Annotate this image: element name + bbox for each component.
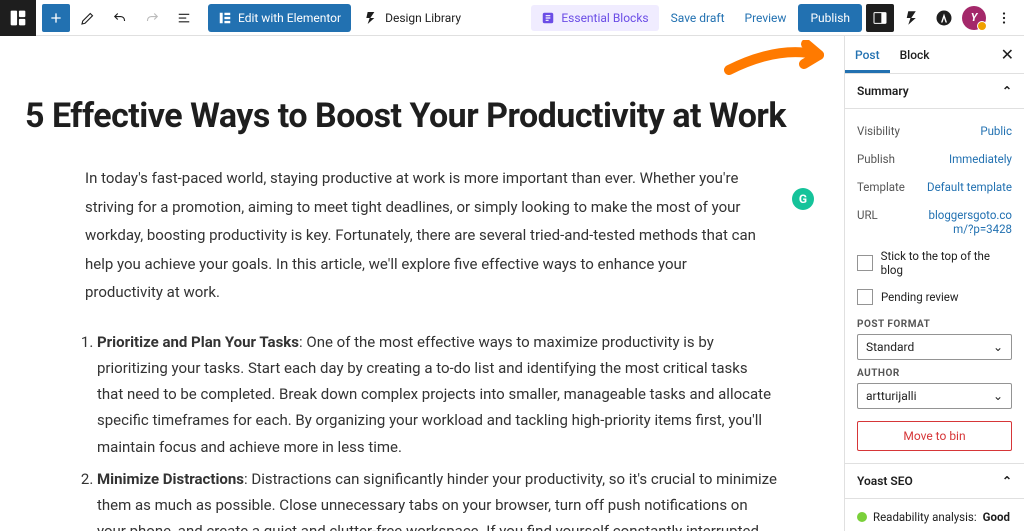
pencil-icon bbox=[79, 9, 97, 27]
design-library-button[interactable]: Design Library bbox=[355, 4, 469, 32]
essential-blocks-icon bbox=[541, 11, 555, 25]
template-value[interactable]: Default template bbox=[927, 180, 1012, 194]
save-draft-button[interactable]: Save draft bbox=[663, 11, 733, 25]
editor-canvas[interactable]: 5 Effective Ways to Boost Your Productiv… bbox=[0, 36, 844, 531]
plus-icon bbox=[48, 10, 64, 26]
scrollbar-thumb[interactable] bbox=[844, 36, 845, 236]
publish-value[interactable]: Immediately bbox=[949, 152, 1012, 166]
url-label: URL bbox=[857, 208, 878, 236]
wp-logo[interactable] bbox=[0, 0, 36, 36]
summary-panel: Visibility Public Publish Immediately Temp… bbox=[845, 109, 1024, 464]
astra-icon bbox=[935, 9, 953, 27]
author-label: AUTHOR bbox=[857, 368, 1012, 379]
tab-post[interactable]: Post bbox=[845, 36, 890, 73]
summary-panel-toggle[interactable]: Summary ⌃ bbox=[845, 74, 1024, 109]
settings-sidebar: Post Block ✕ Summary ⌃ Visibility Public … bbox=[844, 36, 1024, 531]
checkbox-icon bbox=[857, 255, 873, 271]
edit-with-elementor-button[interactable]: Edit with Elementor bbox=[208, 4, 351, 32]
edit-mode-button[interactable] bbox=[74, 4, 102, 32]
post-title[interactable]: 5 Effective Ways to Boost Your Productiv… bbox=[25, 96, 804, 136]
yoast-button[interactable]: Y bbox=[962, 6, 986, 30]
elementor-label: Edit with Elementor bbox=[238, 11, 341, 25]
author-select[interactable]: artturijalli⌄ bbox=[857, 383, 1012, 409]
chevron-down-icon: ⌄ bbox=[993, 389, 1003, 403]
pending-review-checkbox[interactable]: Pending review bbox=[857, 283, 1012, 311]
visibility-value[interactable]: Public bbox=[980, 124, 1012, 138]
sidebar-tabs: Post Block ✕ bbox=[845, 36, 1024, 74]
yoast-panel: Readability analysis: Good SEO analysis:… bbox=[845, 499, 1024, 531]
top-toolbar: Edit with Elementor Design Library Essen… bbox=[0, 0, 1024, 36]
chevron-up-icon: ⌃ bbox=[1002, 474, 1012, 488]
undo-icon bbox=[111, 9, 129, 27]
move-to-bin-button[interactable]: Move to bin bbox=[857, 421, 1012, 451]
post-format-label: POST FORMAT bbox=[857, 319, 1012, 330]
publish-label: Publish bbox=[857, 152, 895, 166]
publish-button[interactable]: Publish bbox=[798, 4, 862, 32]
undo-button[interactable] bbox=[106, 4, 134, 32]
astra-button[interactable] bbox=[930, 4, 958, 32]
list-item: Minimize Distractions: Distractions can … bbox=[97, 466, 777, 531]
spectra-toggle-button[interactable] bbox=[898, 4, 926, 32]
post-format-select[interactable]: Standard⌄ bbox=[857, 334, 1012, 360]
post-intro[interactable]: In today's fast-paced world, staying pro… bbox=[85, 164, 765, 307]
settings-toggle-button[interactable] bbox=[866, 4, 894, 32]
post-list[interactable]: Prioritize and Plan Your Tasks: One of t… bbox=[97, 329, 777, 531]
spectra-small-icon bbox=[903, 9, 921, 27]
document-overview-button[interactable] bbox=[170, 4, 198, 32]
url-value[interactable]: bloggersgoto.com/?p=3428 bbox=[917, 208, 1012, 236]
yoast-panel-toggle[interactable]: Yoast SEO ⌃ bbox=[845, 464, 1024, 499]
tab-block[interactable]: Block bbox=[890, 36, 940, 73]
list-icon bbox=[175, 9, 193, 27]
preview-button[interactable]: Preview bbox=[737, 11, 795, 25]
stick-top-checkbox[interactable]: Stick to the top of the blog bbox=[857, 243, 1012, 283]
redo-button[interactable] bbox=[138, 4, 166, 32]
chevron-up-icon: ⌃ bbox=[1002, 84, 1012, 98]
essential-blocks-label: Essential Blocks bbox=[561, 11, 648, 25]
readability-row[interactable]: Readability analysis: Good bbox=[857, 507, 1012, 527]
add-block-button[interactable] bbox=[42, 4, 70, 32]
redo-icon bbox=[143, 9, 161, 27]
checkbox-icon bbox=[857, 289, 873, 305]
options-button[interactable] bbox=[990, 4, 1018, 32]
list-item: Prioritize and Plan Your Tasks: One of t… bbox=[97, 329, 777, 460]
spectra-icon bbox=[363, 10, 379, 26]
elementor-icon bbox=[218, 11, 232, 25]
template-label: Template bbox=[857, 180, 905, 194]
wordpress-icon bbox=[7, 7, 29, 29]
visibility-label: Visibility bbox=[857, 124, 900, 138]
design-library-label: Design Library bbox=[385, 11, 461, 25]
status-dot-good bbox=[857, 512, 867, 522]
grammarly-icon[interactable]: G bbox=[792, 188, 814, 210]
essential-blocks-button[interactable]: Essential Blocks bbox=[531, 5, 658, 31]
close-sidebar-button[interactable]: ✕ bbox=[991, 45, 1024, 64]
chevron-down-icon: ⌄ bbox=[993, 340, 1003, 354]
sidebar-icon bbox=[872, 10, 888, 26]
seo-analysis-row[interactable]: SEO analysis: Needs improvement bbox=[857, 527, 1012, 531]
kebab-icon bbox=[995, 9, 1013, 27]
